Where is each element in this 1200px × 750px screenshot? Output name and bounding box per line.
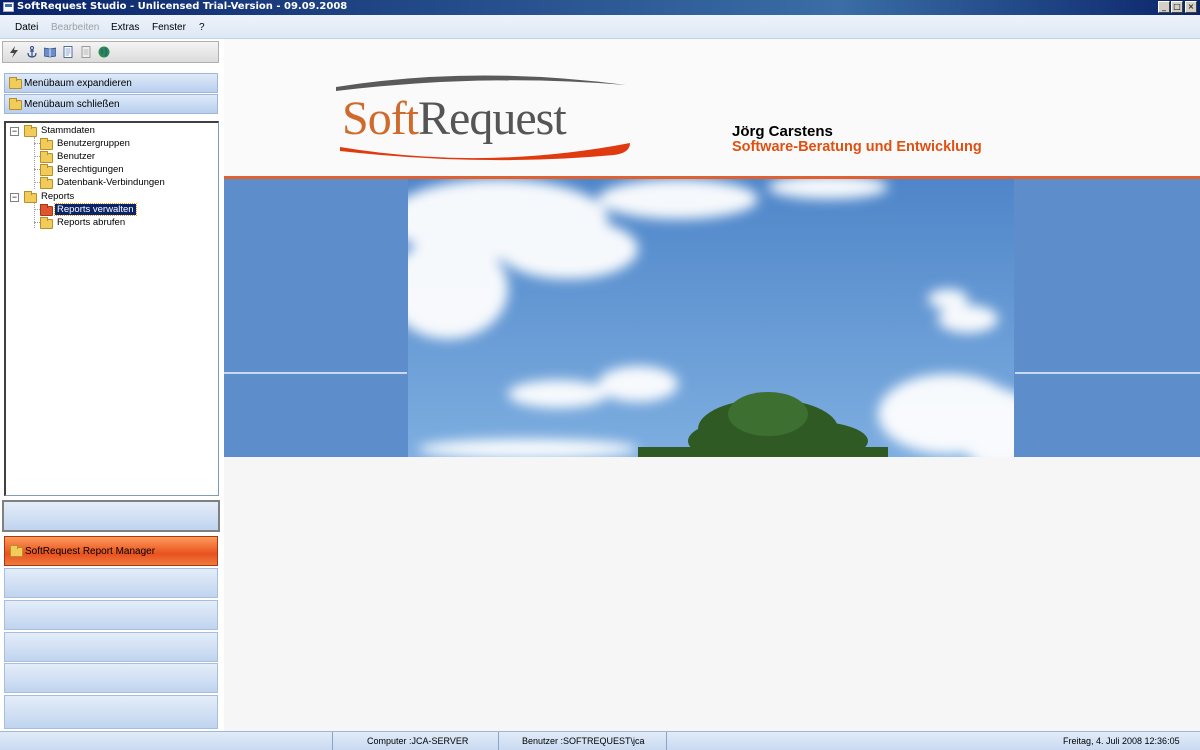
nav-band-empty[interactable] [4,568,218,598]
window-title: SoftRequest Studio - Unlicensed Trial-Ve… [17,1,348,12]
folder-icon [9,77,22,89]
tree-node-label: Datenbank-Verbindungen [57,177,165,188]
menu-bar: Datei Bearbeiten Extras Fenster ? [0,15,1200,39]
banner-side-panel-left [224,179,407,457]
collapse-toggle[interactable]: − [10,127,19,136]
menu-fenster[interactable]: Fenster [152,22,186,33]
folder-icon [40,151,53,163]
menu-extras[interactable]: Extras [111,22,139,33]
lightning-icon[interactable] [8,46,20,58]
banner-side-panel-right [1015,179,1200,457]
header-area: SoftRequest Jörg Carstens Software-Berat… [224,39,1200,177]
tree-node-reports[interactable]: − Reports [10,191,210,204]
document-icon[interactable] [62,46,74,58]
toolbar [2,41,219,63]
tree-node-benutzer[interactable]: Benutzer [40,151,210,164]
tree-node-reports-verwalten[interactable]: Reports verwalten [40,203,210,217]
collapse-toggle[interactable]: − [10,193,19,202]
collapse-menu-tree-button[interactable]: Menübaum schließen [4,94,218,114]
report-manager-label: SoftRequest Report Manager [25,546,156,557]
folder-icon [24,125,37,137]
status-user: Benutzer :SOFTREQUEST\jca [522,736,645,746]
folder-icon [40,217,53,229]
book-icon[interactable] [44,46,56,58]
report-manager-button[interactable]: SoftRequest Report Manager [4,536,218,566]
tree-node-label: Reports verwalten [54,203,137,216]
banner-image [224,179,1200,457]
page-icon[interactable] [80,46,92,58]
nav-band-empty[interactable] [4,663,218,693]
title-bar[interactable]: SoftRequest Studio - Unlicensed Trial-Ve… [0,0,1200,15]
collapse-label: Menübaum schließen [24,99,120,110]
menu-tree: − Stammdaten Benutzergruppen Benutzer Be… [4,121,219,496]
tree-node-reports-abrufen[interactable]: Reports abrufen [40,217,210,230]
logo-text: SoftRequest [342,91,567,146]
folder-icon [40,177,53,189]
folder-icon [40,164,53,176]
left-panel: Menübaum expandieren Menübaum schließen … [0,39,222,731]
expand-label: Menübaum expandieren [24,78,132,89]
folder-icon [40,204,53,216]
app-icon[interactable] [3,2,14,12]
logo-soft: Soft [342,92,419,145]
banner-split-line [224,372,407,374]
expand-menu-tree-button[interactable]: Menübaum expandieren [4,73,218,93]
globe-icon[interactable] [98,46,110,58]
tree-node-label: Benutzergruppen [57,138,130,149]
close-button[interactable]: × [1185,1,1197,13]
tree-node-stammdaten[interactable]: − Stammdaten [10,125,210,138]
nav-band-empty[interactable] [4,600,218,630]
panel-divider-band[interactable] [2,500,220,532]
status-bar: Computer :JCA-SERVER Benutzer :SOFTREQUE… [0,731,1200,750]
sky-photo [408,179,1014,457]
tree-node-benutzergruppen[interactable]: Benutzergruppen [40,138,210,151]
banner-split-line [1015,372,1200,374]
company-tagline: Software-Beratung und Entwicklung [732,139,982,155]
tree-node-label: Benutzer [57,151,96,162]
folder-icon [9,98,22,110]
minimize-button[interactable]: _ [1158,1,1170,13]
folder-icon [10,545,23,557]
menu-datei[interactable]: Datei [15,22,38,33]
tree-node-label: Stammdaten [41,125,95,136]
company-owner-name: Jörg Carstens [732,123,833,140]
folder-icon [24,191,37,203]
nav-band-empty[interactable] [4,632,218,662]
menu-bearbeiten[interactable]: Bearbeiten [51,22,99,33]
logo-request: Request [418,92,567,145]
tree-node-label: Reports [41,191,75,202]
status-computer: Computer :JCA-SERVER [367,736,469,746]
main-content: SoftRequest Jörg Carstens Software-Berat… [224,39,1200,731]
nav-band-empty[interactable] [4,695,218,729]
tree-node-label: Berechtigungen [57,164,124,175]
maximize-button[interactable]: □ [1171,1,1183,13]
status-datetime: Freitag, 4. Juli 2008 12:36:05 [1063,736,1180,746]
tree-node-berechtigungen[interactable]: Berechtigungen [40,164,210,177]
anchor-icon[interactable] [26,46,38,58]
tree-node-label: Reports abrufen [57,217,126,228]
tree-node-datenbank-verbindungen[interactable]: Datenbank-Verbindungen [40,177,210,190]
menu-help[interactable]: ? [199,22,205,33]
folder-icon [40,138,53,150]
